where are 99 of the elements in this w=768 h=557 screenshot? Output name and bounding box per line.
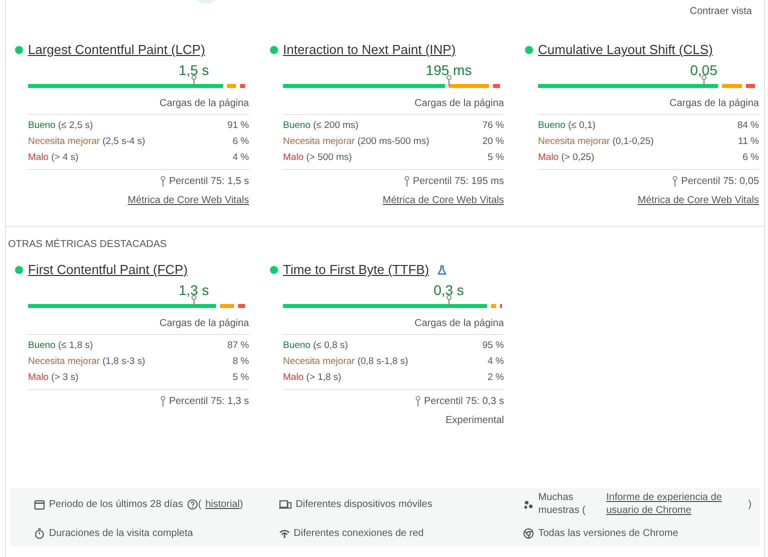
- versions-text: Todas las versiones de Chrome: [538, 528, 678, 538]
- core-web-vitals-link[interactable]: Métrica de Core Web Vitals: [638, 195, 759, 206]
- percent-text: 5 %: [488, 152, 504, 163]
- percentile-text: Percentil 75: 1,3 s: [168, 396, 249, 407]
- marker-pin-icon: [190, 75, 197, 87]
- category-label: Necesita mejorar (0,8 s-1,8 s): [283, 356, 408, 367]
- devices-icon: [278, 498, 292, 510]
- category-label: Necesita mejorar (200 ms-500 ms): [283, 136, 430, 147]
- closing-paren-text: ): [748, 498, 752, 510]
- metric-title-link[interactable]: Time to First Byte (TTFB): [283, 262, 430, 277]
- samples-text: Muchas muestras (: [538, 491, 586, 517]
- category-label: Bueno (≤ 200 ms): [283, 120, 358, 131]
- section-heading: OTRAS MÉTRICAS DESTACADAS: [8, 239, 168, 250]
- percent-text: 4 %: [232, 152, 249, 163]
- metric-value: 1,3 s: [178, 282, 209, 298]
- percent-text: 5 %: [232, 372, 249, 383]
- distribution-segment: [490, 304, 496, 308]
- percentile-text: Percentil 75: 0,3 s: [424, 396, 504, 407]
- distribution-segment: [500, 304, 502, 308]
- marker-pin-icon: [190, 295, 197, 307]
- chrome-icon: [523, 528, 534, 538]
- marker-pin-icon: [446, 75, 452, 87]
- status-dot: [15, 46, 23, 54]
- percent-text: 2 %: [488, 372, 504, 383]
- status-dot: [15, 266, 23, 274]
- marker-pin-icon: [446, 295, 452, 307]
- percent-text: 4 %: [488, 356, 504, 367]
- metric-title-link[interactable]: Cumulative Layout Shift (CLS): [538, 42, 713, 57]
- category-label: Malo (> 3 s): [28, 372, 78, 383]
- metric-title-link[interactable]: Largest Contentful Paint (LCP): [28, 42, 206, 57]
- distribution-segment: [227, 84, 236, 88]
- distribution-segment: [722, 84, 742, 88]
- metric-value: 1,5 s: [178, 62, 209, 78]
- status-dot: [525, 46, 533, 54]
- percent-text: 95 %: [482, 340, 504, 351]
- experimental-label: Experimental: [446, 415, 504, 426]
- percent-text: 91 %: [227, 120, 249, 131]
- percentile-text: Percentil 75: 0,05: [681, 176, 759, 187]
- devices-text: Diferentes dispositivos móviles: [296, 498, 432, 510]
- category-label: Malo (> 1,8 s): [283, 372, 342, 383]
- wifi-icon: [278, 528, 290, 538]
- caption-text: Cargas de la página: [28, 318, 249, 335]
- status-dot: [270, 46, 278, 54]
- percent-text: 76 %: [482, 120, 504, 131]
- category-label: Malo (> 500 ms): [283, 152, 352, 163]
- metric-value: 0,3 s: [434, 282, 464, 298]
- help-icon: [186, 498, 198, 510]
- percent-text: 6 %: [232, 136, 249, 147]
- category-label: Bueno (≤ 0,1): [538, 120, 596, 131]
- core-web-vitals-link[interactable]: Métrica de Core Web Vitals: [382, 195, 504, 206]
- distribution-segment: [240, 84, 245, 88]
- distribution-segment: [220, 304, 234, 308]
- stopwatch-icon: [34, 528, 45, 538]
- crux-report-link[interactable]: Informe de experiencia de usuario de Chrome: [606, 491, 736, 517]
- marker-pin-icon: [414, 396, 421, 407]
- category-label: Necesita mejorar (0,1-0,25): [538, 136, 654, 147]
- durations-text: Duraciones de la visita completa: [49, 528, 193, 538]
- percent-text: 6 %: [742, 152, 759, 163]
- open-paren-text: (: [198, 498, 202, 510]
- collapse-view-link[interactable]: Contraer vista: [690, 4, 752, 34]
- distribution-segment: [449, 84, 490, 88]
- caption-text: Cargas de la página: [538, 98, 759, 115]
- percent-text: 8 %: [232, 356, 249, 367]
- caption-text: Cargas de la página: [283, 98, 504, 115]
- metric-title-link[interactable]: First Contentful Paint (FCP): [28, 262, 188, 277]
- category-label: Necesita mejorar (2,5 s-4 s): [28, 136, 146, 147]
- category-label: Malo (> 0,25): [538, 152, 594, 163]
- marker-pin-icon: [160, 176, 166, 187]
- marker-pin-icon: [160, 396, 166, 407]
- percentile-text: Percentil 75: 195 ms: [412, 176, 504, 187]
- core-web-vitals-link[interactable]: Métrica de Core Web Vitals: [128, 195, 249, 206]
- distribution-segment: [493, 84, 500, 88]
- percent-text: 20 %: [482, 136, 504, 147]
- percent-text: 11 %: [738, 136, 759, 147]
- dots-icon: [523, 498, 534, 510]
- percentile-text: Percentil 75: 1,5 s: [168, 176, 249, 187]
- category-label: Malo (> 4 s): [28, 152, 78, 163]
- metric-value: 195 ms: [426, 62, 472, 78]
- marker-pin-icon: [700, 75, 707, 87]
- period-text: Periodo de los últimos 28 días: [49, 498, 183, 510]
- metric-title-link[interactable]: Interaction to Next Paint (INP): [283, 42, 456, 57]
- connections-text: Diferentes conexiones de red: [294, 528, 424, 538]
- history-link[interactable]: historial: [205, 498, 240, 510]
- category-label: Necesita mejorar (1,8 s-3 s): [28, 356, 146, 367]
- percent-text: 84 %: [737, 120, 759, 131]
- caption-text: Cargas de la página: [283, 318, 504, 335]
- distribution-segment: [746, 84, 755, 88]
- calendar-icon: [34, 498, 45, 510]
- marker-pin-icon: [672, 176, 678, 187]
- metric-value: 0,05: [690, 62, 718, 78]
- percent-text: 87 %: [227, 340, 249, 351]
- status-dot: [270, 266, 278, 274]
- category-label: Bueno (≤ 2,5 s): [28, 120, 93, 131]
- close-paren-text: ): [240, 498, 244, 510]
- caption-text: Cargas de la página: [28, 98, 249, 115]
- marker-pin-icon: [404, 176, 410, 187]
- category-label: Bueno (≤ 0,8 s): [283, 340, 348, 351]
- distribution-segment: [238, 304, 245, 308]
- category-label: Bueno (≤ 1,8 s): [28, 340, 93, 351]
